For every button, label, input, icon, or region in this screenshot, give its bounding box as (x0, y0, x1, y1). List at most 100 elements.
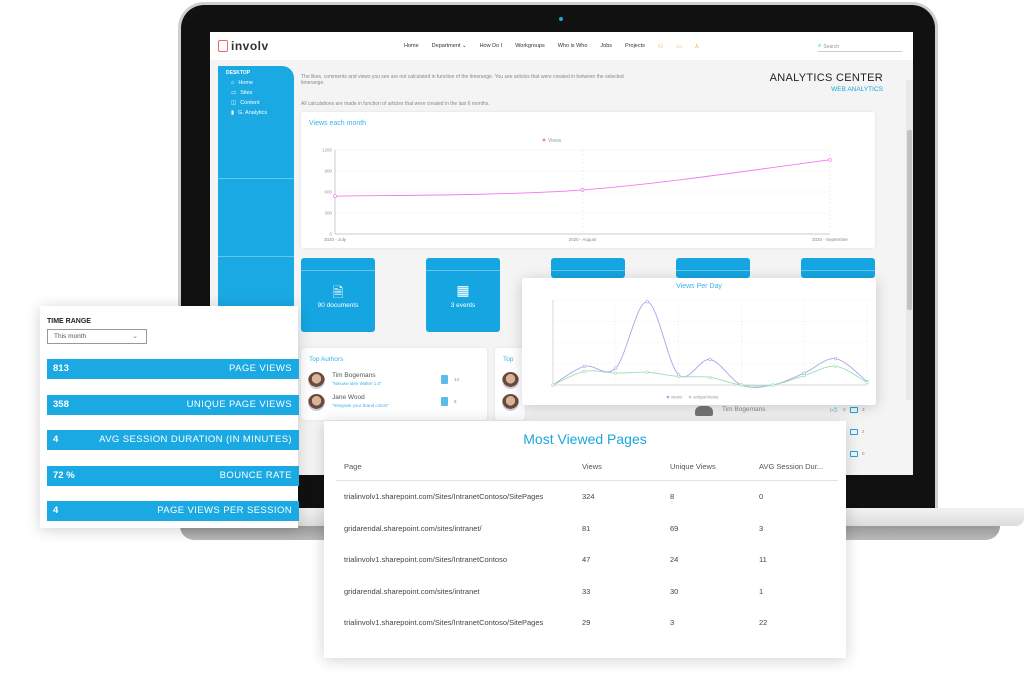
kpi-unique-page-views: 358 UNIQUE PAGE VIEWS (47, 395, 299, 415)
tile-divider (676, 270, 750, 271)
cell-page: gridarendal.sharepoint.com/sites/intrane… (344, 523, 482, 533)
logo[interactable]: involv (218, 39, 269, 53)
author-article[interactable]: "Integrate your brand colors" (332, 403, 389, 408)
kpi-value: 4 (53, 505, 59, 516)
x-tick-label: 2020 - July (324, 237, 347, 242)
column-header-page[interactable]: Page (344, 462, 574, 471)
sidebar-item-sites[interactable]: ▭ Sites (231, 90, 294, 96)
avatar (308, 394, 325, 411)
sidebar-item-label: Home (238, 80, 253, 86)
scrollbar-thumb[interactable] (907, 130, 912, 310)
tile-label: 3 events (450, 302, 476, 309)
comment-count: 3 (862, 407, 865, 412)
kpi-label: PAGE VIEWS PER SESSION (157, 505, 292, 516)
author-article[interactable]: "Nieuwe idee Walter 1.0" (332, 381, 382, 386)
views-each-month-chart: Views 0 300 600 900 1200 2020 - July 2020 - Aug… (322, 138, 849, 242)
cell-views: 29 (582, 618, 591, 627)
cell-unique-views: 24 (670, 555, 679, 564)
network-icon[interactable]: ⅄ (695, 43, 699, 50)
data-point (333, 194, 337, 199)
table-row[interactable]: trialinvolv1.sharepoint.com/Sites/Intran… (336, 481, 838, 513)
sites-icon: ▭ (231, 90, 237, 96)
document-icon (441, 375, 448, 384)
data-point (834, 364, 838, 368)
page-title: ANALYTICS CENTER (769, 72, 883, 84)
card-title: Top (503, 356, 514, 363)
column-header-avg-session[interactable]: AVG Session Dur... (759, 462, 839, 471)
tile-documents[interactable]: 🗎 90 documents (301, 258, 375, 332)
table-row[interactable]: trialinvolv1.sharepoint.com/Sites/Intran… (336, 544, 838, 576)
author-row[interactable]: Jane Wood "Integrate your brand colors" … (308, 394, 478, 412)
chevron-down-icon: ⌄ (461, 43, 467, 49)
tile-events[interactable]: ▦ 3 events (426, 258, 500, 332)
column-header-views[interactable]: Views (582, 462, 602, 471)
tile-3[interactable] (551, 258, 625, 278)
comment-icon[interactable] (850, 451, 858, 457)
cell-views: 47 (582, 555, 591, 564)
nav-who-is-who[interactable]: Who is Who (558, 43, 588, 49)
cell-unique-views: 30 (670, 586, 679, 596)
scrollbar[interactable] (906, 80, 913, 400)
column-header-unique-views[interactable]: Unique Views (670, 462, 716, 471)
tile-4[interactable] (676, 258, 750, 278)
nav-department-label: Department (431, 43, 461, 49)
table-row[interactable]: gridarendal.sharepoint.com/sites/intrane… (336, 513, 838, 545)
legend-label: Views (548, 138, 562, 144)
calendar-icon: ▦ (456, 282, 470, 298)
time-range-select[interactable]: This month ⌄ (47, 329, 147, 344)
cell-views: 33 (582, 586, 591, 596)
sidebar-item-content[interactable]: ◫ Content (231, 100, 294, 106)
laptop-screen: involv Home Department ⌄ How Do I Workgr… (210, 32, 913, 475)
legend-label: uniqueViews (693, 395, 719, 400)
cell-unique-views: 8 (670, 492, 675, 501)
time-range-value: This month (54, 333, 87, 340)
kpi-value: 358 (53, 399, 69, 410)
info-text-calc: All calculations are made in function of… (301, 101, 490, 107)
y-tick-label: 0 (329, 232, 332, 237)
people-icon[interactable]: ⚇ (658, 43, 663, 50)
cell-avg-session: 22 (759, 618, 768, 627)
sidebar-item-analytics[interactable]: ▮ G. Analytics (231, 110, 294, 116)
nav-how-do-i[interactable]: How Do I (480, 43, 503, 49)
search-input[interactable]: ⌕ Search (818, 42, 902, 52)
nav-department[interactable]: Department ⌄ (432, 43, 467, 49)
kpi-value: 813 (53, 363, 69, 374)
cell-avg-session: 0 (759, 492, 764, 501)
data-point (582, 364, 587, 368)
cell-page: trialinvolv1.sharepoint.com/Sites/Intran… (344, 555, 508, 564)
table-row[interactable]: trialinvolv1.sharepoint.com/Sites/Intran… (336, 607, 838, 639)
author-count: 6 (454, 399, 457, 404)
cell-views: 81 (582, 523, 591, 533)
thumbs-up-icon[interactable]: 👍︎ (830, 405, 837, 414)
author-row[interactable]: Tim Bogemans "Nieuwe idee Walter 1.0" 14 (308, 372, 478, 390)
data-point (645, 370, 649, 374)
table-header: Page Views Unique Views AVG Session Dur.… (336, 457, 838, 481)
cell-unique-views: 69 (670, 523, 679, 533)
page-subtitle: WEB ANALYTICS (831, 86, 883, 93)
comment-icon[interactable] (850, 429, 858, 435)
kpi-bounce-rate: 72 % BOUNCE RATE (47, 466, 299, 486)
nav-jobs[interactable]: Jobs (600, 43, 612, 49)
top-authors-card: Top Authors Tim Bogemans "Nieuwe idee Wa… (301, 348, 487, 420)
cell-avg-session: 1 (759, 586, 764, 596)
views-per-day-card: Views Per Day views uniqueViews (522, 278, 876, 405)
chevron-down-icon: ⌄ (132, 333, 138, 340)
cell-unique-views: 3 (670, 618, 675, 627)
nav-projects[interactable]: Projects (625, 43, 645, 49)
nav-workgroups[interactable]: Workgroups (515, 43, 545, 49)
author-name: Tim Bogemans (332, 372, 376, 379)
tile-divider (801, 270, 875, 271)
legend-label: views (671, 395, 683, 400)
kpi-page-views-per-session: 4 PAGE VIEWS PER SESSION (47, 501, 299, 521)
comment-icon[interactable] (850, 407, 858, 413)
nav-home[interactable]: Home (404, 43, 419, 49)
tile-5[interactable] (801, 258, 875, 278)
table-row[interactable]: gridarendal.sharepoint.com/sites/intrane… (336, 576, 838, 608)
data-point (580, 188, 585, 192)
sidebar-item-home[interactable]: ⌂ Home (231, 80, 294, 86)
video-icon[interactable]: ▭ (676, 43, 682, 50)
legend-marker (542, 138, 546, 142)
bar-chart-icon: ▮ (231, 110, 235, 116)
data-point (708, 357, 712, 362)
tile-divider (551, 270, 625, 271)
